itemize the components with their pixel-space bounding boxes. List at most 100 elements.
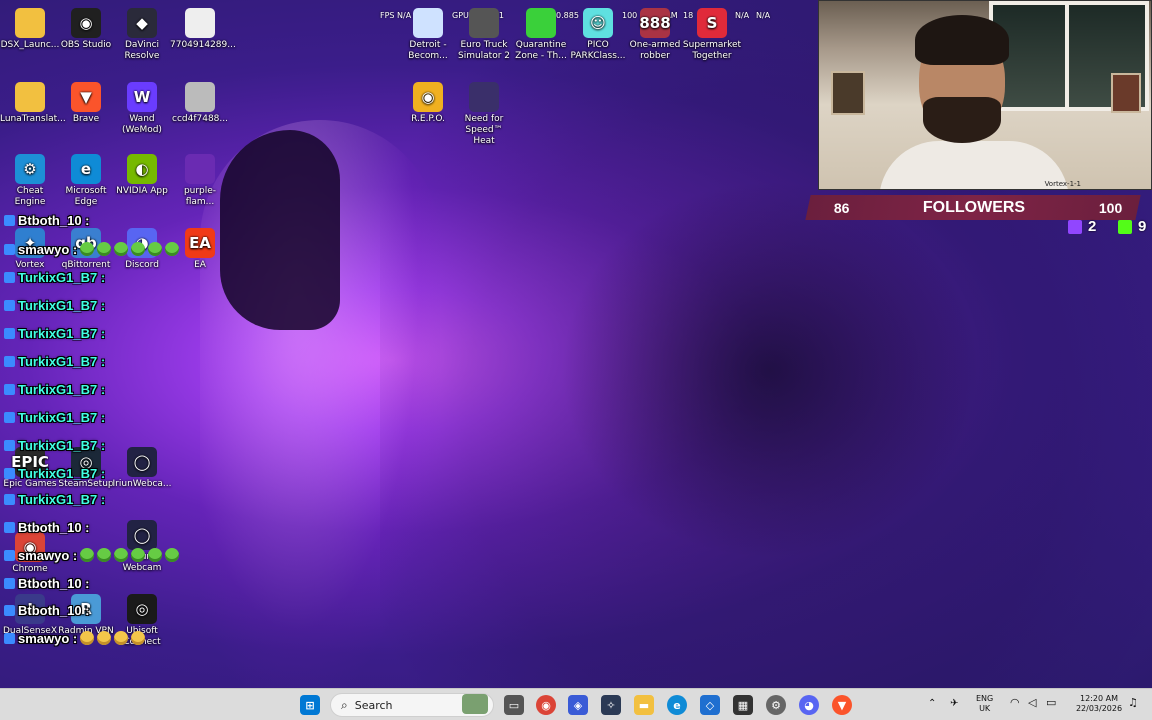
file-explorer-icon[interactable]: ▬ <box>634 695 654 715</box>
emote-icon <box>97 631 112 645</box>
desktop-icon[interactable]: Detroit - Becom... <box>398 6 458 62</box>
webcam-feed: Vortex-1-1 <box>818 0 1152 190</box>
language-indicator[interactable]: ENG UK <box>976 694 993 714</box>
platform-badge-icon <box>4 412 15 423</box>
tray-app-icon[interactable]: ✈ <box>950 699 958 709</box>
emote-icon <box>97 242 112 256</box>
twitch-count: 2 <box>1068 218 1096 235</box>
desktop-icon[interactable]: ⚙ Cheat Engine <box>0 152 60 208</box>
brave-icon[interactable]: ▼ <box>832 695 852 715</box>
language-code: ENG <box>976 694 994 703</box>
settings-icon[interactable]: ⚙ <box>766 695 786 715</box>
desktop-icon[interactable]: ◐ NVIDIA App <box>112 152 172 197</box>
streamer-shirt <box>879 141 1069 189</box>
notification-bell-icon[interactable]: ♫ <box>1128 697 1138 708</box>
volume-icon[interactable]: ◁ <box>1028 697 1036 708</box>
desktop-icon-label: Discord <box>125 260 159 270</box>
wifi-icon[interactable]: ◠ <box>1010 697 1020 708</box>
desktop-icon[interactable]: 888 One-armed robber <box>625 6 685 62</box>
ets2-icon <box>469 8 499 38</box>
wall-picture <box>1111 73 1141 113</box>
desktop-icon-label: Supermarket Together <box>682 40 742 61</box>
desktop-icon-label: purple-flam... <box>183 186 217 207</box>
platform-badge-icon <box>4 522 15 533</box>
store-icon[interactable]: ▦ <box>733 695 753 715</box>
repo-icon: ◉ <box>413 82 443 112</box>
desktop-icon[interactable]: purple-flam... <box>170 152 230 208</box>
image-file-icon <box>185 8 215 38</box>
platform-badge-icon <box>4 328 15 339</box>
chat-username: TurkixG1_B7 : <box>18 410 106 425</box>
desktop-icon[interactable]: e Microsoft Edge <box>56 152 116 208</box>
nfs-heat-icon <box>469 82 499 112</box>
kick-icon <box>1118 219 1132 234</box>
task-view-icon[interactable]: ▭ <box>504 695 524 715</box>
chat-username: smawyo : <box>18 548 78 563</box>
chat-message: TurkixG1_B7 : <box>4 326 105 341</box>
chat-message: Btboth_10 : <box>4 213 90 228</box>
desktop-icon-label: Wand (WeMod) <box>122 114 162 135</box>
desktop-icon-label: One-armed robber <box>629 40 681 61</box>
desktop-icon-label: IriunWebca... <box>112 479 172 489</box>
pico-park-icon: ☺ <box>583 8 613 38</box>
chat-username: TurkixG1_B7 : <box>18 326 106 341</box>
chat-message: TurkixG1_B7 : <box>4 492 105 507</box>
desktop-icon[interactable]: W Wand (WeMod) <box>112 80 172 136</box>
chat-message: TurkixG1_B7 : <box>4 410 105 425</box>
chat-message: smawyo : <box>4 548 180 563</box>
chat-username: TurkixG1_B7 : <box>18 438 106 453</box>
desktop-icon[interactable]: ◯ IriunWebca... <box>112 445 172 490</box>
desktop-icon[interactable]: ▼ Brave <box>56 80 116 125</box>
platform-badge-icon <box>4 550 15 561</box>
desktop-icon[interactable]: 7704914289... <box>170 6 236 51</box>
detroit-icon <box>413 8 443 38</box>
app-icon[interactable]: ◈ <box>568 695 588 715</box>
desktop-icon-label: OBS Studio <box>60 40 112 50</box>
desktop-icon[interactable]: ccd4f7488... <box>170 80 230 125</box>
desktop-icon[interactable]: DSX_Launc... <box>0 6 60 51</box>
cheat-engine-icon: ⚙ <box>15 154 45 184</box>
app-icon[interactable]: ◇ <box>700 695 720 715</box>
desktop-icon[interactable]: S Supermarket Together <box>682 6 742 62</box>
chrome-icon[interactable]: ◉ <box>536 695 556 715</box>
emote-icon <box>131 631 146 645</box>
chat-message: TurkixG1_B7 : <box>4 438 105 453</box>
chat-message: TurkixG1_B7 : <box>4 270 105 285</box>
emote-icon <box>148 548 163 562</box>
emote-icon <box>80 242 95 256</box>
taskbar: ⊞ ⌕ Search ▭ ◉ ◈ ✧ ▬ e ◇ ▦ ⚙ ◕ ▼ ⌃ ✈ ENG… <box>0 688 1152 720</box>
edge-icon[interactable]: e <box>667 695 687 715</box>
chat-username: TurkixG1_B7 : <box>18 382 106 397</box>
chat-message: Btboth_10 : <box>4 576 90 591</box>
follower-count: 86 <box>834 199 850 216</box>
desktop-icon[interactable]: Need for Speed™ Heat <box>454 80 514 147</box>
app-icon[interactable]: ✧ <box>601 695 621 715</box>
desktop-icon[interactable]: ◉ OBS Studio <box>56 6 116 51</box>
desktop-icon[interactable]: ☺ PICO PARKClass... <box>568 6 628 62</box>
desktop-icon-label: LunaTranslat... <box>0 114 66 124</box>
desktop-icon[interactable]: ◆ DaVinci Resolve <box>112 6 172 62</box>
desktop-icon[interactable]: ◯Iriun Webcam <box>112 518 172 574</box>
chat-username: Btboth_10 : <box>18 603 90 618</box>
start-windows-icon[interactable]: ⊞ <box>300 695 320 715</box>
desktop-icon-label: NVIDIA App <box>116 186 168 196</box>
discord-icon[interactable]: ◕ <box>799 695 819 715</box>
desktop-icon-label: PICO PARKClass... <box>570 40 626 61</box>
desktop-icon[interactable]: ◉ R.E.P.O. <box>398 80 458 125</box>
tray-overflow-icon[interactable]: ⌃ <box>928 699 936 709</box>
widgets-icon[interactable] <box>462 694 488 714</box>
platform-badge-icon <box>4 605 15 616</box>
desktop-icon[interactable]: Euro Truck Simulator 2 <box>454 6 514 62</box>
desktop-icon[interactable]: Quarantine Zone - Th... <box>511 6 571 62</box>
wallpaper-figure-hair <box>220 130 340 330</box>
platform-badge-icon <box>4 494 15 505</box>
emote-icon <box>131 548 146 562</box>
emote-icon <box>114 631 129 645</box>
clock[interactable]: 12:20 AM 22/03/2026 <box>1074 694 1124 714</box>
follower-label: FOLLOWERS <box>923 198 1026 216</box>
desktop-icon[interactable]: LunaTranslat... <box>0 80 66 125</box>
chat-username: TurkixG1_B7 : <box>18 270 106 285</box>
desktop-icon-label: 7704914289... <box>170 40 236 50</box>
clock-time: 12:20 AM <box>1080 694 1118 703</box>
battery-icon[interactable]: ▭ <box>1046 697 1056 708</box>
